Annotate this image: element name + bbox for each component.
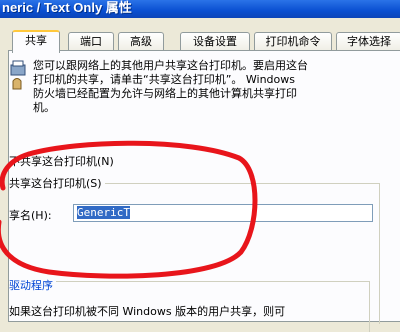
title-bar: neric / Text Only 属性 — [0, 0, 400, 18]
radio-share-printer[interactable]: 共享这台打印机(S) — [9, 177, 105, 191]
share-name-value: GenericT — [77, 206, 130, 219]
tab-sharing[interactable]: 共享 — [12, 30, 60, 53]
tab-device-settings[interactable]: 设备设置 — [180, 32, 250, 50]
window-title: neric / Text Only 属性 — [2, 0, 132, 15]
tab-font-selection[interactable]: 字体选择 — [336, 32, 400, 50]
shared-printer-icon — [10, 60, 26, 90]
drivers-description: 如果这台打印机被不同 Windows 版本的用户共享，则可 — [9, 305, 286, 318]
share-name-label: 享名(H): — [9, 209, 52, 222]
sharing-page: 您可以跟网络上的其他用户共享这台打印机。要启用这台 打印机的共享，请单击“共享这… — [0, 50, 400, 332]
radio-do-not-share-label: 不共享这台打印机(N) — [9, 155, 114, 168]
radio-do-not-share[interactable]: 不共享这台打印机(N) — [9, 155, 114, 169]
sharing-description-line: 您可以跟网络上的其他用户共享这台打印机。要启用这台 — [33, 59, 308, 72]
radio-share-printer-label: 共享这台打印机(S) — [9, 177, 102, 190]
tab-advanced[interactable]: 高级 — [118, 32, 164, 50]
sharing-description-line: 打印机的共享，请单击“共享这台打印机”。 Windows — [33, 73, 295, 86]
sharing-description-line: 防火墙已经配置为允许与网络上的其他计算机共享打印 — [33, 87, 297, 100]
tab-printer-commands[interactable]: 打印机命令 — [254, 32, 332, 50]
sharing-description-line: 机。 — [33, 101, 55, 114]
sharing-description: 您可以跟网络上的其他用户共享这台打印机。要启用这台 打印机的共享，请单击“共享这… — [33, 59, 383, 115]
tab-strip: 共享 端口 高级 设备设置 打印机命令 字体选择 — [8, 30, 400, 53]
tab-ports[interactable]: 端口 — [68, 32, 114, 50]
share-name-input[interactable]: GenericT — [73, 204, 373, 222]
drivers-group-title: 驱动程序 — [9, 277, 56, 293]
